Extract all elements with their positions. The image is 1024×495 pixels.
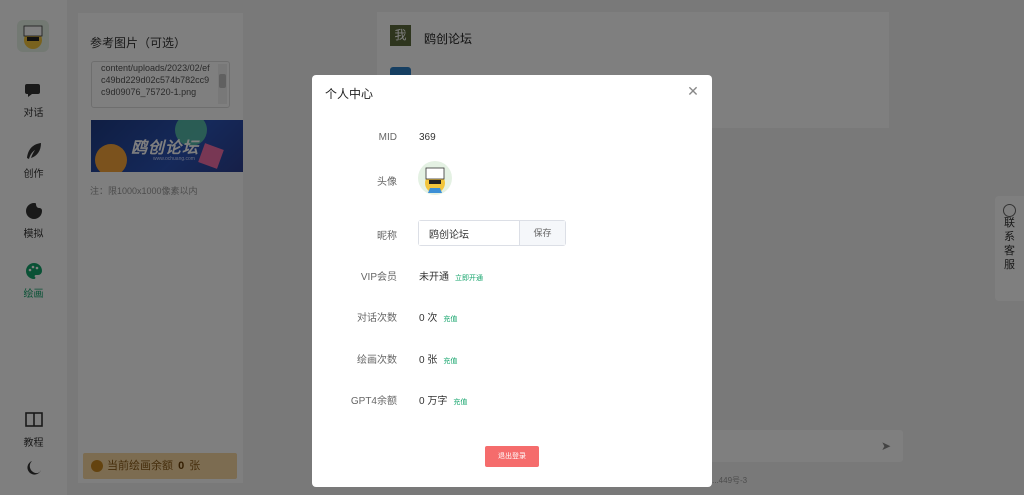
row-vip: VIP会员 未开通 立即开通 [312, 262, 712, 288]
chat-count-value: 0 次充值 [419, 309, 457, 324]
row-chat-count: 对话次数 0 次充值 [312, 303, 712, 329]
close-icon[interactable]: ✕ [686, 84, 700, 98]
avatar[interactable] [418, 161, 452, 195]
gpt4-recharge-link[interactable]: 充值 [453, 399, 467, 406]
row-avatar: 头像 [312, 167, 712, 193]
vip-status: 未开通 [419, 272, 449, 283]
gpt4-balance: 0 万字 [419, 396, 448, 407]
save-button[interactable]: 保存 [519, 221, 565, 245]
gpt4-balance-value: 0 万字 充值 [419, 392, 467, 407]
logout-button[interactable]: 退出登录 [485, 446, 539, 467]
row-draw-count: 绘画次数 0 张充值 [312, 345, 712, 371]
profile-modal: 个人中心 ✕ MID 369 头像 昵称 保存 VIP会员 未开通立即开通 对话… [312, 75, 712, 487]
nickname-label: 昵称 [377, 231, 397, 242]
gpt4-balance-label: GPT4余额 [350, 396, 397, 407]
chat-recharge-link[interactable]: 充值 [443, 316, 457, 323]
nickname-field: 保存 [418, 220, 566, 246]
avatar-label: 头像 [377, 177, 397, 188]
draw-count-value: 0 张充值 [419, 351, 457, 366]
chat-count-label: 对话次数 [357, 313, 397, 324]
chat-count: 0 次 [419, 313, 438, 324]
row-gpt4-balance: GPT4余额 0 万字 充值 [312, 386, 712, 412]
draw-count: 0 张 [419, 355, 438, 366]
mid-label: MID [378, 132, 397, 143]
draw-count-label: 绘画次数 [357, 355, 397, 366]
draw-recharge-link[interactable]: 充值 [443, 358, 457, 365]
vip-value: 未开通 立即开通 [419, 268, 483, 283]
vip-label: VIP会员 [360, 272, 397, 283]
vip-open-link[interactable]: 立即开通 [455, 275, 483, 282]
row-mid: MID 369 [312, 126, 712, 152]
mid-value: 369 [419, 132, 436, 143]
modal-title: 个人中心 [325, 87, 374, 101]
nickname-input[interactable] [419, 221, 519, 245]
